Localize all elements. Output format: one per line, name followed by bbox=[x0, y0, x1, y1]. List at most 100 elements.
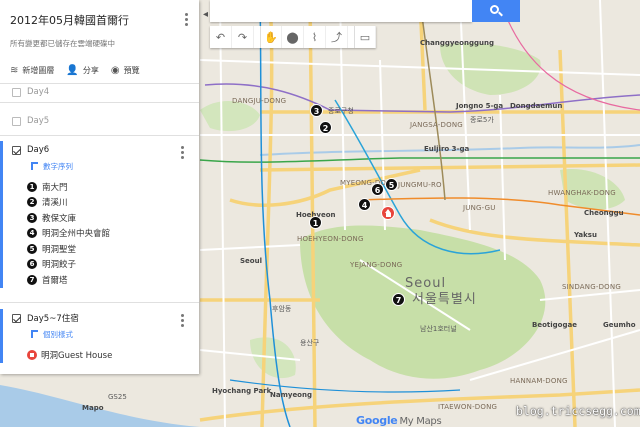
google-wordmark: Google bbox=[356, 414, 398, 427]
map-label-dangju: DANGJU-DONG bbox=[232, 97, 287, 105]
map-label-jongno-ko: 종로5가 bbox=[470, 116, 494, 124]
preview-label: 預覽 bbox=[123, 66, 140, 75]
add-layer-button[interactable]: ≋ 新增圖層 bbox=[10, 65, 54, 76]
add-person-icon: 👤 bbox=[66, 65, 79, 76]
marker-2-icon: 2 bbox=[27, 197, 37, 208]
style-paint-icon bbox=[31, 330, 38, 338]
map-label-beotigogae: Beotigogae bbox=[532, 321, 577, 329]
map-options-icon[interactable] bbox=[185, 13, 189, 28]
layer-day4-checkbox[interactable] bbox=[12, 87, 21, 97]
map-label-jung-gu: JUNG-GU bbox=[463, 204, 496, 212]
layer-day5-checkbox[interactable] bbox=[12, 116, 21, 126]
eye-icon: ◉ bbox=[110, 65, 120, 76]
place-item[interactable]: 5 明洞聖堂 bbox=[3, 241, 199, 257]
place-item[interactable]: 7 首爾塔 bbox=[3, 272, 199, 288]
layer-day5[interactable]: Day5 bbox=[0, 114, 199, 128]
ruler-icon[interactable]: ▭ bbox=[354, 26, 376, 48]
layer-day6-options-icon[interactable] bbox=[181, 146, 185, 161]
map-label-dongdaemun: Dongdaemun bbox=[510, 102, 563, 110]
map-marker-6[interactable]: 6 bbox=[371, 183, 384, 196]
map-label-seoul-ko: 서울특별시 bbox=[412, 292, 477, 307]
layer-day6: Day6 數字序列 1 南大門 2 清溪川 3 教保文庫 4 明洞全州中央會館 5 明洞聖… bbox=[0, 141, 199, 288]
save-status: 所有變更都已儲存在雲端硬碟中 bbox=[10, 39, 115, 48]
map-label-hwanghak: HWANGHAK-DONG bbox=[548, 189, 616, 197]
map-label-hyochang: Hyochang Park bbox=[212, 387, 272, 395]
place-item[interactable]: 2 清溪川 bbox=[3, 195, 199, 211]
marker-7-icon: 7 bbox=[27, 274, 37, 285]
layer-day4[interactable]: Day4 bbox=[0, 85, 199, 99]
map-toolbar: ↶ ↷ ✋ ⬤ ⌇ ⤴ ▭ bbox=[210, 26, 376, 48]
layer-stay-label: Day5~7住宿 bbox=[27, 314, 79, 324]
map-label-huam: 후암동 bbox=[272, 305, 292, 313]
redo-icon[interactable]: ↷ bbox=[232, 26, 254, 48]
map-marker-1[interactable]: 1 bbox=[309, 216, 322, 229]
layers-icon: ≋ bbox=[10, 65, 19, 76]
map-layers-panel: 2012年05月韓國首爾行 所有變更都已儲存在雲端硬碟中 ≋ 新增圖層 👤 分享… bbox=[0, 0, 199, 374]
map-label-changgyeonggung: Changgyeonggung bbox=[420, 39, 494, 47]
marker-4-icon: 4 bbox=[27, 228, 37, 239]
layer-stay: Day5~7住宿 個別樣式 明洞Guest House bbox=[0, 309, 199, 363]
place-name: 教保文庫 bbox=[42, 213, 77, 224]
map-label-seoul-en: Seoul bbox=[405, 276, 447, 291]
search-input[interactable] bbox=[210, 0, 472, 22]
line-icon[interactable]: ⌇ bbox=[304, 26, 326, 48]
marker-icon[interactable]: ⬤ bbox=[282, 26, 304, 48]
marker-5-icon: 5 bbox=[27, 243, 37, 254]
hand-icon[interactable]: ✋ bbox=[260, 26, 282, 48]
place-name: 明洞餃子 bbox=[42, 260, 77, 271]
place-item[interactable]: 明洞Guest House bbox=[3, 347, 199, 363]
layer-stay-options-icon[interactable] bbox=[181, 314, 185, 329]
search-button[interactable] bbox=[472, 0, 520, 22]
layer-stay-checkbox[interactable] bbox=[12, 313, 21, 323]
layer-day6-header[interactable]: Day6 bbox=[3, 141, 199, 159]
map-label-hoehyeon-dong: HOEHYEON-DONG bbox=[297, 235, 364, 243]
undo-icon[interactable]: ↶ bbox=[210, 26, 232, 48]
home-icon bbox=[27, 349, 37, 360]
map-label-seoul-station: Seoul bbox=[240, 257, 262, 265]
marker-3-icon: 3 bbox=[27, 212, 37, 223]
share-button[interactable]: 👤 分享 bbox=[66, 65, 98, 76]
marker-1-icon: 1 bbox=[27, 181, 37, 192]
map-label-geumho: Geumho bbox=[603, 321, 636, 329]
layer-stay-style-link[interactable]: 個別樣式 bbox=[3, 327, 199, 341]
map-label-gs25: GS25 bbox=[108, 393, 127, 401]
map-label-itaewon: ITAEWON-DONG bbox=[438, 403, 498, 411]
divider bbox=[0, 135, 199, 136]
place-item[interactable]: 4 明洞全州中央會館 bbox=[3, 226, 199, 242]
map-marker-3[interactable]: 3 bbox=[310, 104, 323, 117]
map-label-jongno-gu: 종로구청 bbox=[328, 107, 354, 115]
map-label-jongno-5ga: Jongno 5-ga bbox=[456, 102, 504, 110]
layer-stay-style-label: 個別樣式 bbox=[43, 329, 73, 339]
layer-day6-style-label: 數字序列 bbox=[43, 161, 73, 171]
map-marker-5[interactable]: 5 bbox=[385, 178, 398, 191]
preview-button[interactable]: ◉ 預覽 bbox=[111, 65, 140, 76]
map-label-euljiro: Euljiro 3-ga bbox=[424, 145, 470, 153]
blog-watermark: blog.triccsegg.com bbox=[516, 404, 640, 418]
place-name: 明洞Guest House bbox=[41, 350, 113, 361]
map-marker-7[interactable]: 7 bbox=[392, 293, 405, 306]
directions-icon[interactable]: ⤴ bbox=[326, 26, 348, 48]
layer-day6-style-link[interactable]: 數字序列 bbox=[3, 159, 199, 173]
map-label-namyeong: Namyeong bbox=[270, 391, 312, 399]
map-label-jungmu: JUNGMU-RO bbox=[398, 181, 442, 189]
layer-day6-checkbox[interactable] bbox=[12, 145, 21, 155]
panel-actions: ≋ 新增圖層 👤 分享 ◉ 預覽 bbox=[0, 58, 199, 84]
place-name: 明洞全州中央會館 bbox=[42, 229, 111, 240]
collapse-panel-icon[interactable]: ◂ bbox=[203, 9, 208, 20]
guesthouse-home-marker[interactable] bbox=[381, 206, 395, 220]
layer-stay-header[interactable]: Day5~7住宿 bbox=[3, 309, 199, 327]
map-marker-4[interactable]: 4 bbox=[358, 198, 371, 211]
place-item[interactable]: 6 明洞餃子 bbox=[3, 257, 199, 273]
place-item[interactable]: 1 南大門 bbox=[3, 179, 199, 195]
map-title[interactable]: 2012年05月韓國首爾行 bbox=[10, 12, 129, 28]
place-item[interactable]: 3 教保文庫 bbox=[3, 210, 199, 226]
map-label-yejang: YEJANG-DONG bbox=[350, 261, 403, 269]
layer-day6-label: Day6 bbox=[27, 145, 50, 155]
map-marker-2[interactable]: 2 bbox=[319, 121, 332, 134]
add-layer-label: 新增圖層 bbox=[22, 66, 55, 75]
share-label: 分享 bbox=[82, 66, 99, 75]
place-name: 首爾塔 bbox=[42, 275, 68, 286]
map-label-jangsa: JANGSA-DONG bbox=[410, 121, 463, 129]
place-name: 明洞聖堂 bbox=[42, 244, 77, 255]
map-label-cheonggu: Cheonggu bbox=[584, 209, 624, 217]
